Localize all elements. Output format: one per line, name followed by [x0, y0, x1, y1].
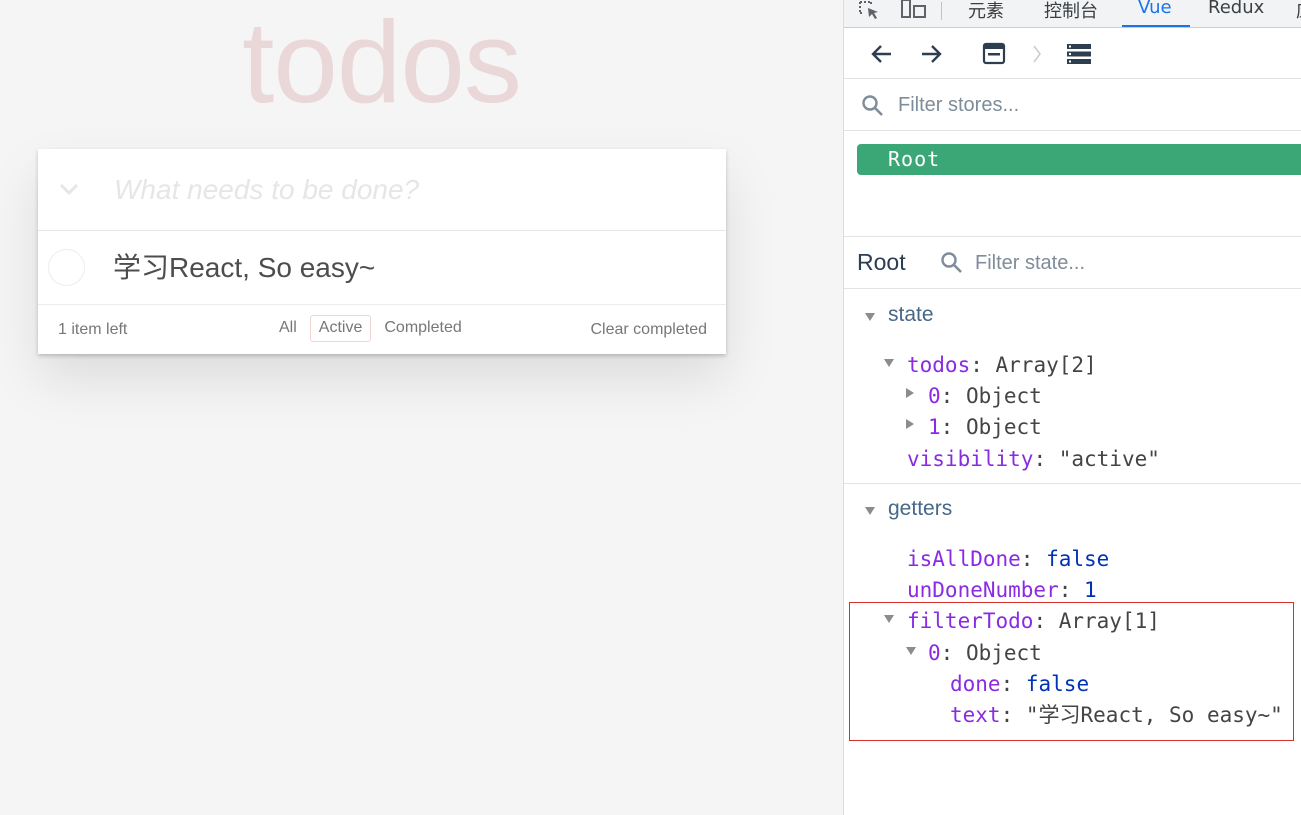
todo-checkbox[interactable] — [48, 249, 85, 286]
state-inspector-header: Root — [844, 237, 1301, 289]
collapse-triangle-icon[interactable] — [865, 313, 875, 321]
todo-header — [38, 149, 726, 231]
state-row-visibility[interactable]: visibility: "active" — [907, 446, 1160, 472]
tab-application[interactable]: 应 — [1296, 0, 1301, 23]
store-filter-input[interactable] — [898, 91, 1278, 119]
expand-triangle-icon[interactable] — [906, 419, 914, 429]
getter-row-isAllDone[interactable]: isAllDone: false — [907, 546, 1109, 572]
state-row-todos[interactable]: todos: Array[2] — [907, 352, 1097, 378]
tab-console[interactable]: 控制台 — [1044, 0, 1098, 23]
new-todo-input[interactable] — [98, 149, 726, 231]
collapse-triangle-icon[interactable] — [884, 615, 894, 623]
collapse-triangle-icon[interactable] — [884, 359, 894, 367]
search-icon — [940, 251, 964, 280]
clear-completed-button[interactable]: Clear completed — [591, 321, 708, 339]
devtools-tab-bar: 元素 控制台 Vue Redux 应 — [844, 0, 1301, 28]
todo-footer: 1 item left All Active Completed Clear c… — [38, 305, 726, 354]
devtools-panel: 元素 控制台 Vue Redux 应 — [843, 0, 1301, 815]
inspect-element-icon[interactable] — [858, 0, 882, 20]
tab-elements[interactable]: 元素 — [968, 0, 1004, 23]
arrow-left-icon[interactable] — [869, 41, 895, 67]
collapse-triangle-icon[interactable] — [865, 507, 875, 515]
state-panel-title: Root — [857, 249, 906, 275]
app-title: todos — [242, 0, 522, 127]
todo-app: todos 学习React, So easy~ 1 item left All … — [0, 0, 843, 815]
collapse-triangle-icon[interactable] — [906, 647, 916, 655]
store-item-root[interactable]: Root — [857, 144, 1301, 175]
search-icon — [861, 94, 885, 123]
store-filter-bar — [844, 79, 1301, 131]
list-icon[interactable] — [1065, 41, 1091, 67]
todo-count: 1 item left — [58, 321, 128, 338]
expand-triangle-icon[interactable] — [906, 388, 914, 398]
store-list: Root — [844, 131, 1301, 237]
window-icon[interactable] — [981, 41, 1007, 67]
todo-item-label[interactable]: 学习React, So easy~ — [113, 231, 375, 305]
state-filter-input[interactable] — [975, 249, 1275, 277]
state-section-label[interactable]: state — [888, 303, 934, 327]
getter-row-filterTodo[interactable]: filterTodo: Array[1] — [907, 608, 1160, 634]
state-row-todo-0[interactable]: 0: Object — [928, 383, 1042, 409]
section-divider — [844, 483, 1301, 484]
active-tab-underline — [1122, 25, 1190, 27]
filter-active[interactable]: Active — [309, 315, 372, 342]
arrow-right-icon[interactable] — [918, 41, 944, 67]
filter-all[interactable]: All — [270, 315, 306, 342]
tab-vue[interactable]: Vue — [1138, 0, 1172, 18]
todo-list: 学习React, So easy~ — [38, 231, 726, 305]
filters: All Active Completed — [270, 315, 471, 342]
getters-section-label[interactable]: getters — [888, 497, 952, 521]
vue-toolbar — [844, 28, 1301, 79]
todo-card: 学习React, So easy~ 1 item left All Active… — [38, 149, 726, 354]
getter-row-filterTodo-0[interactable]: 0: Object — [928, 640, 1042, 666]
todo-item: 学习React, So easy~ — [38, 231, 726, 305]
getter-row-text[interactable]: text: "学习React, So easy~" — [950, 702, 1283, 728]
getter-row-done[interactable]: done: false — [950, 671, 1089, 697]
getter-row-unDoneNumber[interactable]: unDoneNumber: 1 — [907, 577, 1097, 603]
state-tree: state todos: Array[2] 0: Object 1: Objec… — [844, 289, 1301, 815]
tab-separator — [941, 2, 942, 20]
filter-completed[interactable]: Completed — [375, 315, 470, 342]
tab-redux[interactable]: Redux — [1208, 0, 1264, 18]
state-row-todo-1[interactable]: 1: Object — [928, 414, 1042, 440]
chevron-right-icon — [1028, 41, 1054, 67]
device-toolbar-icon[interactable] — [900, 0, 928, 20]
toggle-all-chevron-icon[interactable] — [56, 176, 82, 202]
